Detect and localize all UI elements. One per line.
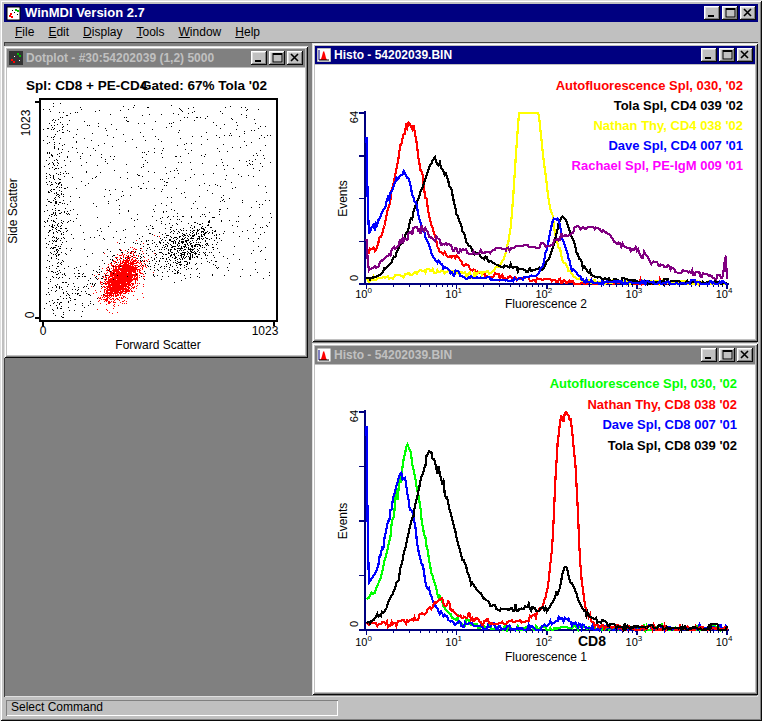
close-button[interactable] [737, 348, 753, 362]
dotplot-window-title: Dotplot - #30:54202039 (1,2) 5000 [26, 49, 251, 67]
ylabel: Events [336, 180, 350, 217]
histo2-chart[interactable]: 64 0 Events 100 101 102 103 104 Fluorescence 1CD… [315, 365, 755, 692]
xlabel: Fluorescence 2 [505, 297, 587, 311]
ytick-min: 0 [348, 621, 360, 627]
close-button[interactable] [287, 51, 303, 65]
dotplot-client: Spl: CD8 + PE-CD4Gated: 67% Tola '02 1023… [7, 68, 305, 355]
menu-help[interactable]: Help [228, 23, 267, 41]
menu-display[interactable]: Display [76, 23, 129, 41]
legend-entry: Tola Spl, CD8 039 '02 [608, 438, 737, 453]
close-button[interactable] [737, 48, 753, 62]
xtick-label: 103 [626, 634, 643, 648]
ytick-max: 64 [348, 410, 360, 422]
xtick-label: 100 [355, 634, 372, 648]
maximize-button[interactable] [269, 51, 285, 65]
histogram-icon [317, 48, 331, 62]
menu-bar: FileEditDisplayToolsWindowHelp [4, 22, 758, 42]
histo1-window-title: Histo - 54202039.BIN [334, 46, 701, 64]
xtick-label: 100 [355, 286, 372, 300]
xtick-label: 103 [626, 286, 643, 300]
minimize-button[interactable] [701, 348, 717, 362]
legend-entry: Dave Spl, CD4 007 '01 [608, 138, 743, 153]
legend-entry: Tola Spl, CD4 039 '02 [614, 98, 743, 113]
histogram-curve-3 [367, 451, 728, 630]
xtick-label: 101 [445, 286, 462, 300]
histo1-client: 640Events100101102103104Fluorescence 2Au… [315, 65, 755, 339]
menu-file[interactable]: File [8, 23, 41, 41]
gated-dots [91, 235, 160, 314]
legend-entry: Nathan Thy, CD4 038 '02 [593, 118, 743, 133]
maximize-button[interactable] [722, 6, 738, 20]
xtick-label: 102 [535, 634, 552, 648]
xtick-label: 104 [716, 286, 733, 300]
xlabel: Fluorescence 1 [505, 650, 587, 664]
dotplot-icon [9, 51, 23, 65]
dotplot-window: Dotplot - #30:54202039 (1,2) 5000 Spl: C… [4, 46, 308, 358]
maximize-button[interactable] [719, 348, 735, 362]
ytick-max: 64 [348, 111, 360, 123]
ytick-min: 0 [348, 275, 360, 281]
dotplot-xlabel: Forward Scatter [115, 338, 200, 352]
histo2-title-bar[interactable]: Histo - 54202039.BIN [315, 346, 755, 364]
minimize-button[interactable] [701, 48, 717, 62]
xtick-label: 101 [445, 634, 462, 648]
minimize-button[interactable] [704, 6, 720, 20]
dotplot-annotation-left: Spl: CD8 + PE-CD4 [26, 78, 148, 93]
legend-entry: Rachael Spl, PE-IgM 009 '01 [572, 158, 743, 173]
close-button[interactable] [740, 6, 756, 20]
histogram-icon [317, 348, 331, 362]
legend-entry: Autofluorescence Spl, 030, '02 [556, 78, 743, 93]
status-message: Select Command [6, 700, 338, 716]
mdi-workspace: Dotplot - #30:54202039 (1,2) 5000 Spl: C… [4, 42, 758, 697]
histogram-curve-0 [367, 445, 728, 631]
dotplot-frame [40, 99, 277, 321]
scatter-dots [43, 103, 272, 318]
minimize-button[interactable] [251, 51, 267, 65]
dotplot-xtick-max: 1023 [252, 324, 279, 338]
histo2-window-title: Histo - 54202039.BIN [334, 346, 701, 364]
menu-tools[interactable]: Tools [129, 23, 171, 41]
legend-entry: Nathan Thy, CD8 038 '02 [587, 397, 737, 412]
app-window: WinMDI Version 2.7 FileEditDisplayToolsW… [0, 0, 762, 721]
app-icon [6, 6, 22, 21]
menu-edit[interactable]: Edit [41, 23, 76, 41]
dotplot-xtick-min: 0 [40, 324, 47, 338]
axis-annotation: CD8 [578, 633, 606, 649]
status-bar: Select Command [4, 697, 758, 717]
dotplot-chart[interactable]: Spl: CD8 + PE-CD4Gated: 67% Tola '02 1023… [7, 68, 305, 355]
xtick-label: 104 [716, 634, 733, 648]
histo1-chart[interactable]: 640Events100101102103104Fluorescence 2Au… [315, 65, 755, 339]
legend-entry: Autofluorescence Spl, 030, '02 [550, 376, 737, 391]
dotplot-ylabel: Side Scatter [7, 178, 20, 243]
dotplot-annotation-right: Gated: 67% Tola '02 [141, 78, 267, 93]
title-bar[interactable]: WinMDI Version 2.7 [4, 4, 758, 22]
histo2-client: 64 0 Events 100 101 102 103 104 Fluorescence 1CD… [315, 365, 755, 692]
ylabel: Events [336, 503, 350, 540]
dotplot-ytick-min: 0 [23, 311, 37, 318]
histo1-window: Histo - 54202039.BIN 640Events1001011021… [312, 43, 758, 342]
dotplot-ytick-max: 1023 [19, 109, 33, 136]
histogram-curve-2 [367, 426, 728, 630]
dotplot-title-bar[interactable]: Dotplot - #30:54202039 (1,2) 5000 [7, 49, 305, 67]
legend-entry: Dave Spl, CD8 007 '01 [602, 417, 737, 432]
maximize-button[interactable] [719, 48, 735, 62]
histo2-window: Histo - 54202039.BIN 64 0 Events 100 101 102 1… [312, 343, 758, 695]
menu-window[interactable]: Window [172, 23, 229, 41]
histo1-title-bar[interactable]: Histo - 54202039.BIN [315, 46, 755, 64]
window-title: WinMDI Version 2.7 [25, 4, 704, 22]
